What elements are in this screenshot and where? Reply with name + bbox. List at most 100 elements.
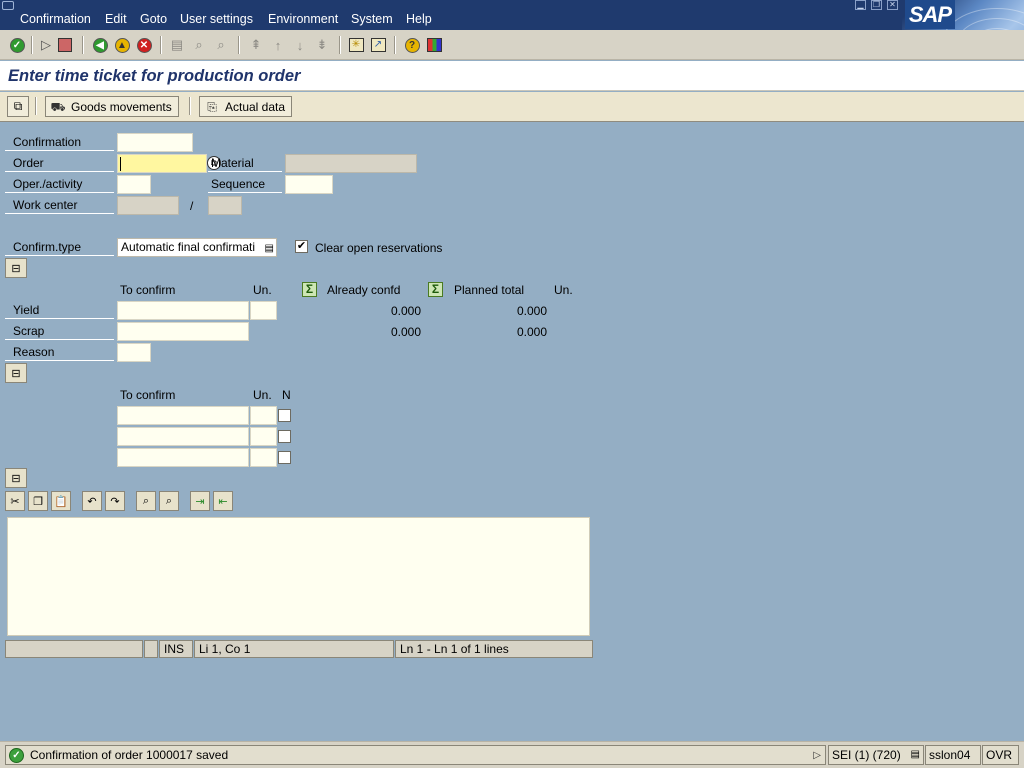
editor-line-count: Ln 1 - Ln 1 of 1 lines (395, 640, 593, 658)
cancel-icon[interactable]: ✕ (134, 35, 154, 55)
system-menu-icon[interactable] (2, 1, 14, 10)
menu-confirmation[interactable]: Confirmation (20, 12, 91, 26)
menu-edit[interactable]: Edit (105, 12, 127, 26)
status-bar: ✓ Confirmation of order 1000017 saved ▷ … (0, 741, 1024, 768)
activity-1-to-confirm-input[interactable] (117, 406, 249, 425)
editor-find-icon[interactable]: ⌕ (136, 491, 156, 511)
yield-label: Yield (5, 301, 114, 319)
first-page-icon[interactable]: ⇞ (246, 35, 266, 55)
activity-2-to-confirm-input[interactable] (117, 427, 249, 446)
help-icon[interactable]: ? (402, 35, 422, 55)
planned-total-sigma-icon[interactable]: Σ (428, 282, 443, 297)
actual-data-label: Actual data (225, 99, 286, 114)
shortcut-icon[interactable]: ↗ (368, 35, 388, 55)
scrap-already-confd-value: 0.000 (390, 325, 421, 339)
activity-2-no-remaining-checkbox[interactable] (278, 430, 291, 443)
command-field-toggle-icon[interactable]: ▷ (36, 35, 56, 55)
goods-movements-label: Goods movements (71, 99, 172, 114)
menu-environment[interactable]: Environment (268, 12, 338, 26)
menu-system[interactable]: System (351, 12, 393, 26)
goods-movements-button[interactable]: ⛟ Goods movements (45, 96, 179, 117)
collapse-icon: ⊟ (11, 262, 21, 275)
back-icon[interactable]: ◀ (90, 35, 110, 55)
next-page-icon[interactable]: ↓ (290, 35, 310, 55)
create-session-icon[interactable]: ✳ (346, 35, 366, 55)
collapse-text-button[interactable]: ⊟ (5, 468, 27, 488)
find-icon[interactable]: ⌕ (189, 35, 209, 55)
activity-3-to-confirm-input[interactable] (117, 448, 249, 467)
menu-bar: Confirmation Edit Goto User settings Env… (0, 0, 1024, 30)
operation-activity-input[interactable] (117, 175, 151, 194)
previous-page-icon[interactable]: ↑ (268, 35, 288, 55)
print-icon[interactable]: ▤ (167, 35, 187, 55)
collapse-activities-button[interactable]: ⊟ (5, 363, 27, 383)
reason-label: Reason (5, 343, 114, 361)
activity-3-unit-input[interactable] (250, 448, 277, 467)
collapse-icon: ⊟ (11, 367, 21, 380)
work-center-separator: / (190, 199, 194, 213)
sequence-input[interactable] (285, 175, 333, 194)
text-cursor (120, 157, 121, 171)
menu-help[interactable]: Help (406, 12, 432, 26)
quantities-unit-header: Un. (253, 283, 272, 297)
save-icon[interactable] (55, 35, 75, 55)
details-icon: ⧉ (13, 99, 23, 113)
yield-unit-input[interactable] (250, 301, 277, 320)
clear-open-reservations-checkbox[interactable]: ✔ (295, 240, 308, 253)
confirm-type-label: Confirm.type (5, 238, 114, 256)
menu-user-settings[interactable]: User settings (180, 12, 253, 26)
undo-icon[interactable]: ↶ (82, 491, 102, 511)
page-title: Enter time ticket for production order (8, 67, 301, 85)
restore-icon[interactable]: ❐ (871, 0, 882, 10)
yield-planned-total-value: 0.000 (516, 304, 547, 318)
title-bar: Enter time ticket for production order (0, 61, 1024, 91)
menu-goto[interactable]: Goto (140, 12, 167, 26)
minimize-icon[interactable]: ▁ (855, 0, 866, 10)
already-confd-sigma-icon[interactable]: Σ (302, 282, 317, 297)
enter-icon[interactable]: ✓ (7, 35, 27, 55)
activity-1-unit-input[interactable] (250, 406, 277, 425)
already-confd-header: Already confd (327, 283, 401, 297)
actual-data-icon: ⎘ (207, 99, 217, 114)
dropdown-icon[interactable]: ▤ (265, 240, 274, 256)
activity-1-no-remaining-checkbox[interactable] (278, 409, 291, 422)
editor-status-spacer (144, 640, 158, 658)
activities-no-remaining-header: N (282, 388, 291, 402)
download-icon[interactable]: ⇤ (213, 491, 233, 511)
work-center-label: Work center (5, 196, 114, 214)
last-page-icon[interactable]: ⇟ (312, 35, 332, 55)
goods-movements-icon: ⛟ (50, 99, 66, 114)
quantities-to-confirm-header: To confirm (120, 283, 176, 297)
work-center-input (117, 196, 179, 215)
activity-3-no-remaining-checkbox[interactable] (278, 451, 291, 464)
session-list-icon[interactable]: ▤ (911, 746, 920, 764)
redo-icon[interactable]: ↷ (105, 491, 125, 511)
layout-menu-icon[interactable] (424, 35, 444, 55)
sequence-label: Sequence (208, 175, 282, 193)
collapse-quantities-button[interactable]: ⊟ (5, 258, 27, 278)
scrap-to-confirm-input[interactable] (117, 322, 249, 341)
paste-icon[interactable]: 📋 (51, 491, 71, 511)
status-message: Confirmation of order 1000017 saved (30, 748, 229, 762)
status-expand-icon[interactable]: ▷ (813, 750, 821, 761)
actual-data-button[interactable]: ⎘ Actual data (199, 96, 293, 117)
upload-icon[interactable]: ⇥ (190, 491, 210, 511)
editor-insert-mode: INS (159, 640, 193, 658)
confirmation-input[interactable] (117, 133, 193, 152)
status-message-field[interactable]: ✓ Confirmation of order 1000017 saved ▷ (5, 745, 826, 765)
activity-2-unit-input[interactable] (250, 427, 277, 446)
close-window-icon[interactable]: ✕ (887, 0, 898, 10)
sap-logo: SAP (905, 0, 955, 29)
confirm-type-dropdown[interactable]: Automatic final confirmati ▤ (117, 238, 277, 257)
editor-find-next-icon[interactable]: ⌕ (159, 491, 179, 511)
copy-icon[interactable]: ❐ (28, 491, 48, 511)
cut-icon[interactable]: ✂ (5, 491, 25, 511)
exit-icon[interactable]: ▲ (112, 35, 132, 55)
header-details-button[interactable]: ⧉ (7, 96, 29, 117)
reason-input[interactable] (117, 343, 151, 362)
work-center-plant-input (208, 196, 242, 215)
yield-to-confirm-input[interactable] (117, 301, 249, 320)
find-next-icon[interactable]: ⌕ (211, 35, 231, 55)
order-input[interactable] (117, 154, 207, 173)
text-editor-area[interactable] (7, 517, 590, 636)
